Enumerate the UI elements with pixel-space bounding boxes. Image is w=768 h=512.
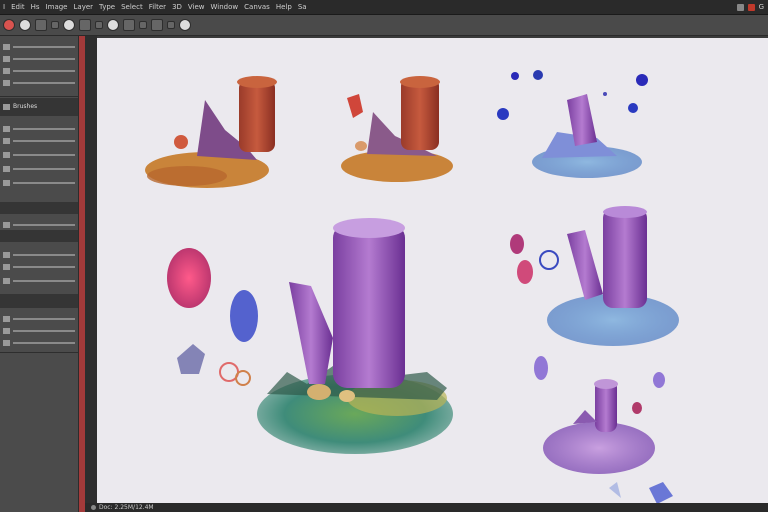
zoom-icon[interactable]	[51, 21, 59, 29]
status-text: Doc: 2.25M/12.4M	[99, 504, 154, 511]
menu-filter[interactable]: Filter	[146, 3, 169, 11]
panel-row[interactable]	[3, 250, 75, 259]
blue-fungi-sprite[interactable]	[497, 70, 648, 178]
panel-row[interactable]	[3, 338, 75, 347]
selected-band[interactable]	[0, 202, 78, 214]
close-icon[interactable]	[747, 3, 755, 11]
menu-bar: I Edit Hs Image Layer Type Select Filter…	[0, 0, 768, 15]
panel-row[interactable]	[3, 66, 75, 75]
menu-view[interactable]: View	[185, 3, 208, 11]
fungi-sprite-small-2[interactable]	[341, 76, 453, 182]
menu-app[interactable]: I	[0, 3, 8, 11]
account-label[interactable]: G	[759, 3, 764, 11]
purple-pillars-blue-base[interactable]	[510, 206, 679, 388]
settings-icon[interactable]	[151, 19, 163, 31]
document-canvas[interactable]	[97, 38, 768, 504]
panel-band	[0, 230, 78, 242]
airbrush-icon[interactable]	[123, 19, 135, 31]
panel-collapse-strip[interactable]	[85, 36, 97, 512]
menu-edit[interactable]: Edit	[8, 3, 28, 11]
menu-window[interactable]: Window	[208, 3, 242, 11]
symmetry-icon[interactable]	[179, 19, 191, 31]
menu-select[interactable]: Select	[118, 3, 146, 11]
panel-row[interactable]	[3, 178, 75, 187]
options-toolbar	[0, 15, 768, 36]
menu-type[interactable]: Type	[96, 3, 118, 11]
panel-row[interactable]	[3, 42, 75, 51]
panel-title: Brushes	[13, 103, 38, 110]
window-controls: G	[736, 3, 768, 11]
panel-row[interactable]	[3, 164, 75, 173]
brush-tool-icon[interactable]	[3, 19, 15, 31]
panel-row[interactable]	[3, 220, 75, 229]
status-icon	[91, 505, 96, 510]
grid-icon[interactable]	[63, 19, 75, 31]
panel-row[interactable]	[3, 314, 75, 323]
divider	[0, 352, 78, 353]
status-bar: Doc: 2.25M/12.4M	[85, 503, 768, 512]
canvas-artwork	[145, 70, 679, 504]
smoothing-icon[interactable]	[139, 21, 147, 29]
fungi-sprite-small-1[interactable]	[145, 76, 277, 188]
panel-row[interactable]	[3, 78, 75, 87]
menu-help[interactable]: Help	[273, 3, 295, 11]
menu-layer[interactable]: Layer	[71, 3, 97, 11]
divider	[0, 96, 78, 97]
opacity-icon[interactable]	[95, 21, 103, 29]
menu-canvas[interactable]: Canvas	[241, 3, 273, 11]
pressure-icon[interactable]	[167, 21, 175, 29]
panel-row[interactable]	[3, 276, 75, 285]
panel-row[interactable]	[3, 136, 75, 145]
main-purple-pillar-sprite[interactable]	[257, 218, 453, 454]
minimize-icon[interactable]	[736, 3, 744, 11]
menu-hs[interactable]: Hs	[28, 3, 43, 11]
menu-image[interactable]: Image	[43, 3, 71, 11]
panel-row[interactable]	[3, 54, 75, 63]
panel-row[interactable]	[3, 150, 75, 159]
panel-band	[0, 294, 78, 308]
panel-row[interactable]	[3, 262, 75, 271]
brush-preset-icon[interactable]	[35, 19, 47, 31]
menu-3d[interactable]: 3D	[169, 3, 185, 11]
small-purple-mushroom[interactable]	[543, 379, 673, 504]
panel-row[interactable]	[3, 326, 75, 335]
panel-title-row[interactable]: Brushes	[3, 102, 75, 111]
menu-sa[interactable]: Sa	[295, 3, 310, 11]
layers-icon[interactable]	[79, 19, 91, 31]
flow-icon[interactable]	[107, 19, 119, 31]
panel-row[interactable]	[3, 124, 75, 133]
paint-swatches	[167, 248, 258, 386]
tool-panel: Brushes	[0, 36, 79, 512]
eyedropper-icon[interactable]	[19, 19, 31, 31]
